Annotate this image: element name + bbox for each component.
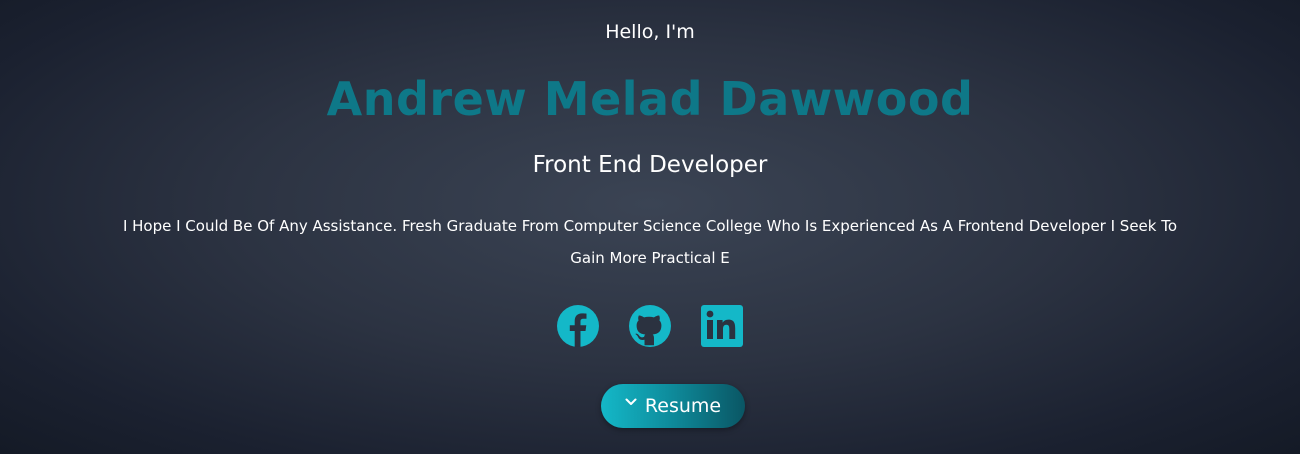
job-title: Front End Developer [532,152,768,178]
facebook-icon [557,305,599,347]
linkedin-icon [701,305,743,347]
facebook-link[interactable] [557,304,599,348]
github-link[interactable] [629,304,671,348]
hero-section: Hello, I'm Andrew Melad Dawwood Front En… [0,0,1300,454]
linkedin-link[interactable] [701,304,743,348]
bio-text: I Hope I Could Be Of Any Assistance. Fre… [122,217,1178,267]
greeting-text: Hello, I'm [605,21,695,43]
resume-button-label: Resume [644,395,722,417]
developer-name: Andrew Melad Dawwood [326,72,974,126]
github-icon [629,305,671,347]
social-links [0,304,1300,348]
chevron-down-icon [625,396,637,408]
resume-button[interactable]: Resume [601,384,745,428]
